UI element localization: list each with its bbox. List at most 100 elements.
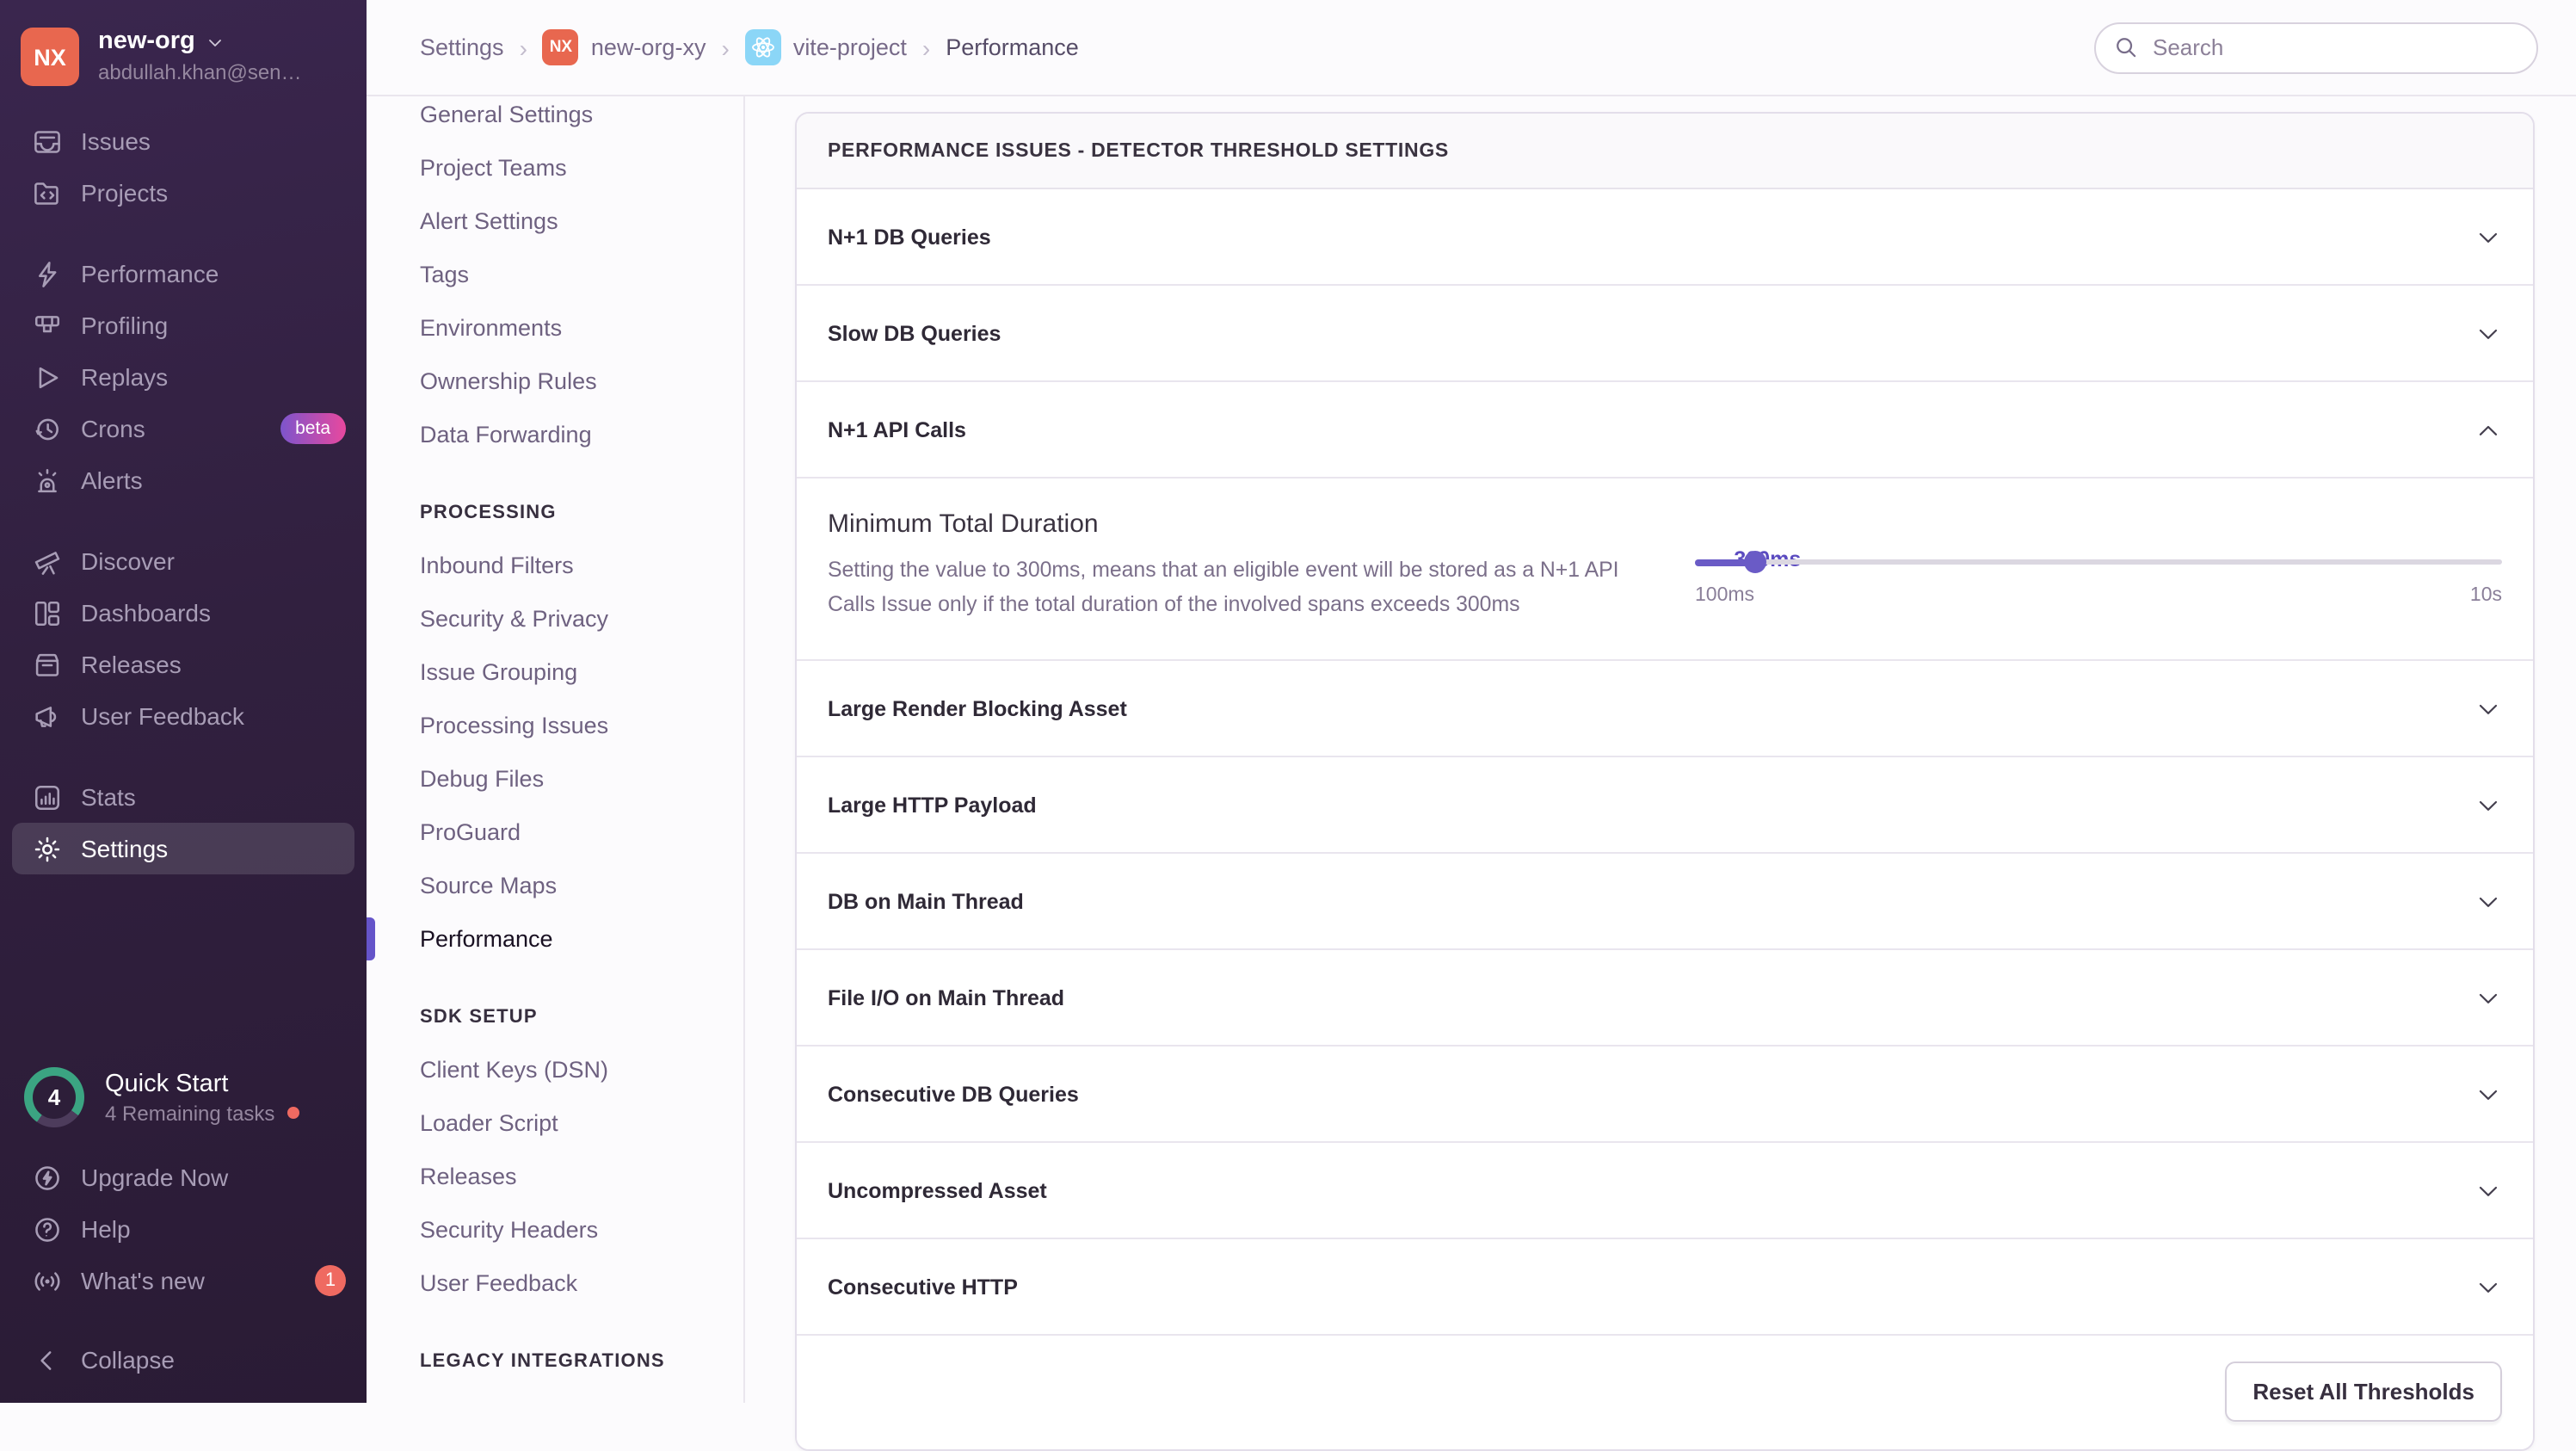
sidebar-item-crons[interactable]: Crons beta: [0, 403, 367, 454]
org-name: new-org: [98, 28, 195, 55]
sidebar-item-dashboards[interactable]: Dashboards: [0, 587, 367, 639]
sidebar-item-profiling[interactable]: Profiling: [0, 299, 367, 351]
chevron-down-icon: [2474, 1080, 2502, 1108]
sidebar-item-upgrade-now[interactable]: Upgrade Now: [0, 1152, 367, 1203]
slider-thumb[interactable]: [1744, 551, 1767, 573]
user-feedback-icon: [33, 701, 62, 731]
settings-nav-environments[interactable]: Environments: [420, 301, 743, 355]
breadcrumb: Settings › NX new-org-xy › vite-project …: [420, 29, 1079, 65]
settings-nav-issue-grouping[interactable]: Issue Grouping: [420, 645, 743, 699]
lightning-icon: [33, 259, 62, 288]
sidebar-item-stats[interactable]: Stats: [0, 771, 367, 823]
settings-nav-loader-script[interactable]: Loader Script: [420, 1096, 743, 1150]
accordion-row-uncompressed-asset[interactable]: Uncompressed Asset: [797, 1141, 2533, 1238]
accordion-row-n1-api-calls[interactable]: N+1 API Calls: [797, 380, 2533, 477]
settings-nav-data-forwarding[interactable]: Data Forwarding: [420, 408, 743, 461]
breadcrumb-organization[interactable]: NX new-org-xy: [542, 29, 706, 65]
quick-start[interactable]: 4 Quick Start 4 Remaining tasks: [0, 1050, 367, 1152]
sidebar-item-releases[interactable]: Releases: [0, 639, 367, 690]
settings-nav-user-feedback[interactable]: User Feedback: [420, 1257, 743, 1310]
chevron-down-icon: [2474, 1273, 2502, 1300]
top-bar: Settings › NX new-org-xy › vite-project …: [367, 0, 2576, 96]
accordion-row-db-on-main-thread[interactable]: DB on Main Thread: [797, 852, 2533, 949]
settings-nav-source-maps[interactable]: Source Maps: [420, 859, 743, 912]
slider-max-label: 10s: [2469, 585, 2502, 606]
projects-icon: [33, 178, 62, 207]
notification-dot: [287, 1107, 299, 1119]
quick-start-progress-ring: 4: [24, 1067, 84, 1127]
settings-nav-processing-issues[interactable]: Processing Issues: [420, 699, 743, 752]
sidebar-item-projects[interactable]: Projects: [0, 167, 367, 219]
sidebar-item-help[interactable]: Help: [0, 1203, 367, 1255]
search-input[interactable]: [2094, 22, 2538, 73]
profiling-icon: [33, 311, 62, 340]
beta-badge: beta: [280, 413, 346, 444]
issues-icon: [33, 127, 62, 156]
duration-slider: 300ms 100ms 10s: [1695, 547, 2502, 606]
breadcrumb-separator: ›: [519, 34, 527, 61]
sidebar-item-discover[interactable]: Discover: [0, 535, 367, 587]
settings-nav-releases[interactable]: Releases: [420, 1150, 743, 1203]
main-content: PERFORMANCE ISSUES - DETECTOR THRESHOLD …: [745, 96, 2576, 1451]
settings-nav-inbound-filters[interactable]: Inbound Filters: [420, 539, 743, 592]
chevron-down-icon: [206, 32, 226, 52]
sidebar-item-alerts[interactable]: Alerts: [0, 454, 367, 506]
slider-min-label: 100ms: [1695, 585, 1755, 606]
sidebar-item-user-feedback[interactable]: User Feedback: [0, 690, 367, 742]
org-switcher[interactable]: NX new-org abdullah.khan@sen…: [0, 0, 367, 86]
sidebar-collapse-button[interactable]: Collapse: [0, 1334, 367, 1386]
settings-nav-ownership-rules[interactable]: Ownership Rules: [420, 355, 743, 408]
settings-nav-tags[interactable]: Tags: [420, 248, 743, 301]
accordion-row-slow-db-queries[interactable]: Slow DB Queries: [797, 284, 2533, 380]
chevron-down-icon: [2474, 1176, 2502, 1204]
chevron-down-icon: [2474, 791, 2502, 818]
search-icon: [2113, 34, 2139, 59]
settings-nav-project-teams[interactable]: Project Teams: [420, 141, 743, 194]
breadcrumb-settings[interactable]: Settings: [420, 34, 504, 60]
accordion-row-large-render-blocking-asset[interactable]: Large Render Blocking Asset: [797, 659, 2533, 756]
panel-title: PERFORMANCE ISSUES - DETECTOR THRESHOLD …: [797, 114, 2533, 189]
accordion-row-consecutive-db-queries[interactable]: Consecutive DB Queries: [797, 1045, 2533, 1142]
reset-all-thresholds-button[interactable]: Reset All Thresholds: [2225, 1361, 2502, 1423]
sidebar-item-performance[interactable]: Performance: [0, 248, 367, 299]
threshold-setting-description: Setting the value to 300ms, means that a…: [828, 558, 1619, 616]
sidebar-item-whats-new[interactable]: What's new 1: [0, 1255, 367, 1306]
n1-api-calls-detail: Minimum Total Duration Setting the value…: [797, 477, 2533, 660]
sidebar-item-replays[interactable]: Replays: [0, 351, 367, 403]
settings-nav-security-privacy[interactable]: Security & Privacy: [420, 592, 743, 645]
telescope-icon: [33, 546, 62, 576]
sidebar-item-issues[interactable]: Issues: [0, 115, 367, 167]
clock-icon: [33, 414, 62, 443]
settings-nav-performance[interactable]: Performance: [367, 912, 743, 966]
play-icon: [33, 362, 62, 392]
primary-nav: Issues Projects Performance Profiling Re…: [0, 86, 367, 874]
settings-nav-alert-settings[interactable]: Alert Settings: [420, 194, 743, 248]
accordion-row-consecutive-http[interactable]: Consecutive HTTP: [797, 1238, 2533, 1335]
breadcrumb-project[interactable]: vite-project: [744, 29, 907, 65]
chevron-down-icon: [2474, 319, 2502, 347]
settings-nav-legacy-integrations[interactable]: Legacy Integrations: [420, 1387, 743, 1403]
sidebar-item-settings[interactable]: Settings: [12, 823, 354, 874]
upgrade-icon: [33, 1163, 62, 1192]
accordion-row-file-io-on-main-thread[interactable]: File I/O on Main Thread: [797, 948, 2533, 1046]
settings-nav-general-settings[interactable]: General Settings: [420, 96, 743, 141]
settings-nav-client-keys[interactable]: Client Keys (DSN): [420, 1043, 743, 1096]
main-sidebar: NX new-org abdullah.khan@sen… Issues Pro…: [0, 0, 367, 1403]
org-email: abdullah.khan@sen…: [98, 60, 302, 85]
org-avatar: NX: [21, 28, 79, 86]
dashboard-grid-icon: [33, 598, 62, 627]
accordion-row-large-http-payload[interactable]: Large HTTP Payload: [797, 756, 2533, 853]
settings-nav-proguard[interactable]: ProGuard: [420, 806, 743, 859]
slider-track[interactable]: [1695, 551, 2502, 573]
content-area: Settings › NX new-org-xy › vite-project …: [367, 0, 2576, 1451]
breadcrumb-separator: ›: [921, 34, 931, 61]
settings-nav-section-legacy: LEGACY INTEGRATIONS: [420, 1351, 665, 1372]
settings-nav-security-headers[interactable]: Security Headers: [420, 1203, 743, 1257]
bar-chart-icon: [33, 782, 62, 812]
settings-nav-debug-files[interactable]: Debug Files: [420, 752, 743, 806]
chevron-left-icon: [33, 1345, 62, 1374]
org-chip: NX: [542, 29, 579, 65]
broadcast-icon: [33, 1266, 62, 1295]
accordion-row-n1-db-queries[interactable]: N+1 DB Queries: [797, 189, 2533, 284]
siren-icon: [33, 466, 62, 495]
